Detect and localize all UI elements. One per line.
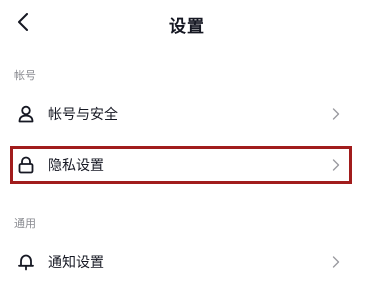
- settings-item-label: 隐私设置: [48, 158, 104, 174]
- section-header-account: 帐号: [14, 69, 36, 82]
- chevron-right-icon: [330, 107, 342, 121]
- section-header-general: 通用: [14, 217, 36, 230]
- settings-item-account-security[interactable]: 帐号与安全: [10, 95, 352, 133]
- settings-item-label: 通知设置: [48, 255, 104, 271]
- chevron-right-icon: [330, 158, 342, 172]
- settings-item-privacy[interactable]: 隐私设置: [10, 146, 352, 184]
- top-nav-bar: 设置: [0, 0, 374, 48]
- user-icon: [16, 104, 36, 124]
- settings-item-label: 帐号与安全: [48, 107, 118, 123]
- chevron-right-icon: [330, 255, 342, 269]
- bell-icon: [16, 252, 36, 272]
- lock-icon: [16, 155, 36, 175]
- page-title: 设置: [169, 17, 205, 37]
- settings-item-notifications[interactable]: 通知设置: [10, 243, 352, 281]
